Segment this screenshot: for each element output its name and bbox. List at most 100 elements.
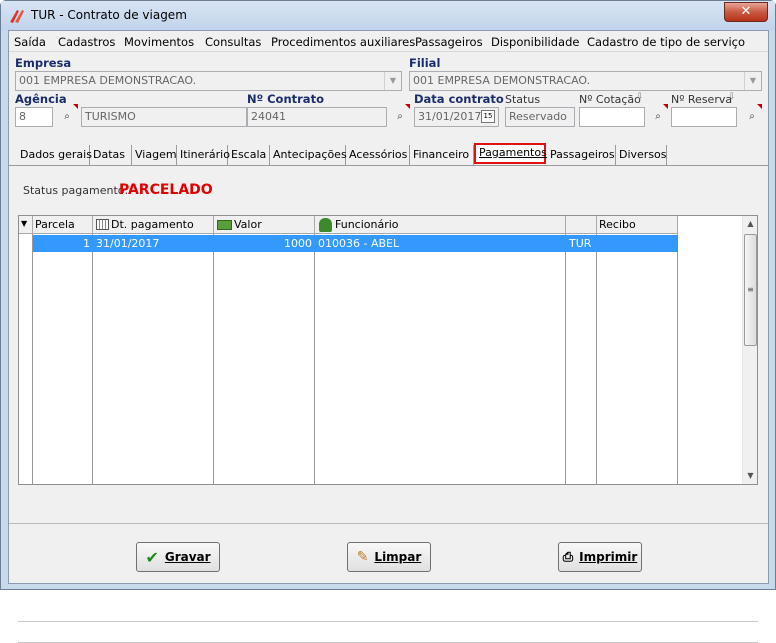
tab-datas[interactable]: Datas [90,145,132,165]
tab-diversos[interactable]: Diversos [616,145,667,165]
binoculars-icon[interactable]: ⌕ [647,107,669,127]
tab-strip: Dados gerais Datas Viagem Itinerário Esc… [9,142,768,166]
save-button[interactable]: ✔ Gravar [136,542,220,572]
col-header-parcela[interactable]: Parcela [33,216,93,234]
menu-saida[interactable]: Saída [14,35,46,49]
data-contrato-value: 31/01/2017 [418,110,482,123]
window-title: TUR - Contrato de viagem [31,8,187,22]
column-parcela [33,234,93,484]
scroll-down-icon[interactable]: ▼ [743,468,758,484]
vertical-scrollbar[interactable]: ▲ ≡ ▼ [742,216,757,484]
chevron-down-icon[interactable]: ▼ [744,72,761,90]
required-marker-icon [405,104,410,109]
col-header-tipo[interactable] [566,216,597,234]
tab-viagem[interactable]: Viagem [132,145,177,165]
payments-grid[interactable]: ▼ Parcela Dt. pagamento Valor Funcionári… [18,215,758,485]
menu-cadastro-tipo-servico[interactable]: Cadastro de tipo de serviço [587,35,745,49]
contrato-input[interactable]: 24041 [247,107,387,127]
menu-movimentos[interactable]: Movimentos [124,35,194,49]
binoculars-icon[interactable]: ⌕ [389,107,411,127]
menu-passageiros[interactable]: Passageiros [415,35,483,49]
row-indicator-column [19,234,33,484]
tab-passageiros[interactable]: Passageiros [547,145,616,165]
app-logo-icon [10,10,24,23]
agencia-name-field: TURISMO [81,107,247,127]
empresa-select[interactable]: 001 EMPRESA DEMONSTRACAO. [15,71,402,91]
scroll-up-icon[interactable]: ▲ [743,216,758,232]
client-area: Saída Cadastros Movimentos Consultas Pro… [8,30,769,643]
clear-button-label: Limpar [374,550,422,564]
empresa-label: Empresa [15,56,72,70]
filial-select[interactable]: 001 EMPRESA DEMONSTRACAO. [409,71,762,91]
status-pagamento-label: Status pagamento: [23,184,129,197]
agencia-name-value: TURISMO [85,110,136,123]
arrow-down-icon: ⇩ [728,92,736,102]
status-field: Reservado [505,107,575,127]
tab-financeiro[interactable]: Financeiro [410,145,474,165]
print-button[interactable]: ⎙ Imprimir [558,542,642,572]
tab-dados-gerais[interactable]: Dados gerais [17,145,92,165]
title-bar[interactable]: TUR - Contrato de viagem ✕ [1,1,775,30]
menu-procedimentos[interactable]: Procedimentos auxiliares [271,35,415,49]
user-icon [319,218,332,232]
clear-button[interactable]: ✎ Limpar [347,542,431,572]
menu-disponibilidade[interactable]: Disponibilidade [491,35,579,49]
binoculars-icon[interactable]: ⌕ [741,107,763,127]
agencia-code-value: 8 [19,110,26,123]
contrato-value: 24041 [251,110,286,123]
column-valor [214,234,315,484]
table-row[interactable]: 1 31/01/2017 1000 010036 - ABEL TUR [33,235,678,252]
column-dt-pagamento [93,234,214,484]
col-header-dt-pagamento[interactable]: Dt. pagamento [93,216,214,234]
scrollbar-thumb[interactable]: ≡ [744,234,757,346]
required-marker-icon [757,104,762,109]
cell-tipo: TUR [569,237,592,250]
column-recibo [597,234,678,484]
eraser-icon: ✎ [356,549,369,565]
reserva-input[interactable] [671,107,737,127]
button-bar: ✔ Gravar ✎ Limpar ⎙ Imprimir [9,523,768,585]
cotacao-input[interactable] [579,107,645,127]
money-icon [217,220,232,230]
menu-bar: Saída Cadastros Movimentos Consultas Pro… [9,31,768,52]
pagamentos-panel: Status pagamento: PARCELADO ▼ Parcela Dt… [9,165,768,643]
data-contrato-label: Data contrato [414,92,504,106]
save-button-label: Gravar [164,550,211,564]
menu-consultas[interactable]: Consultas [205,35,261,49]
status-label: Status [505,93,541,106]
tab-acessorios[interactable]: Acessórios [346,145,410,165]
empresa-value: 001 EMPRESA DEMONSTRACAO. [19,74,197,87]
contrato-label: Nº Contrato [247,92,324,106]
cell-funcionario: 010036 - ABEL [318,237,400,250]
status-value: Reservado [509,110,567,123]
agencia-label: Agência [15,92,67,106]
menu-cadastros[interactable]: Cadastros [58,35,115,49]
agencia-code-input[interactable]: 8 [15,107,53,127]
required-marker-icon [663,104,668,109]
column-tipo [566,234,597,484]
printer-icon: ⎙ [562,549,574,565]
cell-parcela: 1 [83,237,90,250]
chevron-down-icon[interactable]: ▼ [384,72,401,90]
binoculars-icon[interactable]: ⌕ [56,107,78,127]
grid-footer [18,621,758,643]
calendar-icon[interactable]: 15 [481,110,495,123]
main-window: TUR - Contrato de viagem ✕ Saída Cadastr… [0,0,776,643]
calendar-icon [96,219,109,230]
reserva-label: Nº Reserva [671,93,733,106]
col-header-recibo[interactable]: Recibo [597,216,678,234]
tab-escala[interactable]: Escala [228,145,270,165]
tab-itinerario[interactable]: Itinerário [177,145,230,165]
cell-valor: 1000 [284,237,312,250]
tab-pagamentos[interactable]: Pagamentos [474,143,547,164]
filial-value: 001 EMPRESA DEMONSTRACAO. [413,74,591,87]
print-button-label: Imprimir [579,550,638,564]
required-marker-icon [73,104,78,109]
col-header-funcionario[interactable]: Funcionário [315,216,566,234]
tab-antecipacoes[interactable]: Antecipações [270,145,347,165]
arrow-down-icon: ⇩ [636,92,644,102]
filial-label: Filial [409,56,441,70]
close-button[interactable]: ✕ [724,2,768,22]
cotacao-label: Nº Cotação [579,93,641,106]
cell-dt-pagamento: 31/01/2017 [96,237,160,250]
